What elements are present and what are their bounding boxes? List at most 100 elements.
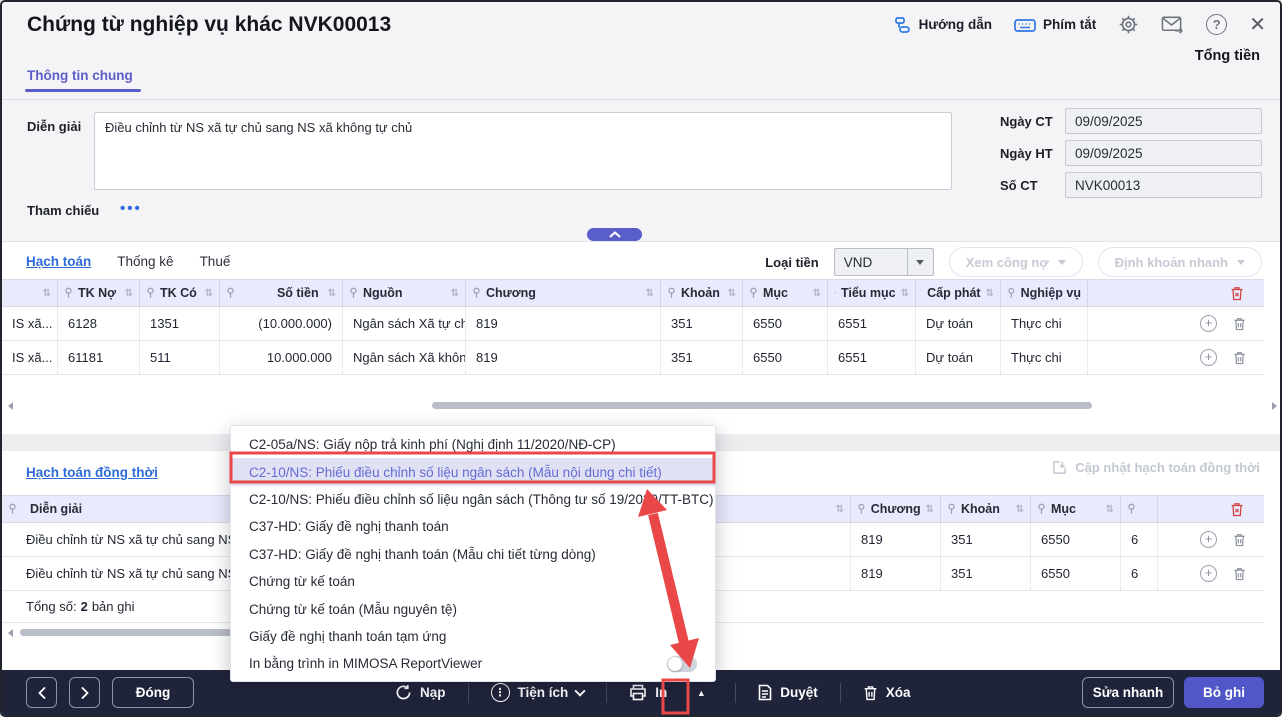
pin-icon[interactable] [472, 287, 481, 299]
pin-icon[interactable] [834, 287, 836, 299]
pin-icon[interactable] [349, 287, 358, 299]
doc-number-input[interactable] [1065, 172, 1262, 198]
add-row-icon[interactable]: + [1200, 349, 1217, 366]
col-khoan[interactable]: Khoản [961, 502, 1000, 516]
pin-icon[interactable] [1007, 287, 1016, 299]
delete-row-icon[interactable] [1233, 317, 1246, 331]
pin-icon[interactable] [947, 503, 956, 515]
send-mail-icon[interactable] [1161, 15, 1184, 34]
horizontal-scrollbar[interactable] [2, 401, 1282, 410]
menu-item[interactable]: In bằng trình in MIMOSA ReportViewer [231, 650, 715, 677]
sort-icon[interactable]: ⇅ [1106, 504, 1114, 515]
reload-button[interactable]: Nạp [395, 684, 446, 701]
col-cap-phat[interactable]: Cấp phát [927, 286, 980, 300]
delete-row-icon[interactable] [1233, 351, 1246, 365]
description-input[interactable]: Điều chỉnh từ NS xã tự chủ sang NS xã kh… [94, 112, 952, 190]
pin-icon[interactable] [64, 287, 73, 299]
sort-icon[interactable]: ⇅ [646, 288, 654, 299]
delete-all-icon[interactable] [1230, 286, 1244, 301]
window-header: Chứng từ nghiệp vụ khác NVK00013 Hướng d… [2, 2, 1280, 100]
tab-thong-ke[interactable]: Thống kê [117, 254, 173, 269]
pin-icon[interactable] [226, 287, 235, 299]
scroll-left-icon[interactable] [8, 402, 13, 410]
currency-select[interactable]: VND [834, 248, 934, 276]
sort-icon[interactable]: ⇅ [813, 288, 821, 299]
col-chuong[interactable]: Chương [871, 502, 921, 516]
sort-icon[interactable]: ⇅ [728, 288, 736, 299]
sort-icon[interactable]: ⇅ [901, 288, 909, 299]
menu-item[interactable]: Chứng từ kế toán [231, 568, 715, 595]
sort-icon[interactable]: ⇅ [1016, 504, 1024, 515]
help-icon[interactable]: ? [1206, 14, 1227, 35]
pin-icon[interactable] [146, 287, 155, 299]
quick-edit-button[interactable]: Sửa nhanh [1082, 677, 1174, 708]
approve-button[interactable]: Duyệt [758, 684, 818, 701]
pin-icon[interactable] [857, 503, 866, 515]
menu-item[interactable]: C37-HD: Giấy đề nghị thanh toán (Mẫu chi… [231, 541, 715, 568]
menu-item[interactable]: Giấy đề nghị thanh toán tạm ứng [231, 623, 715, 650]
table-row[interactable]: IS xã... 6128 1351 (10.000.000) Ngân sác… [2, 307, 1264, 341]
next-record-button[interactable] [69, 677, 100, 708]
pin-icon[interactable] [667, 287, 676, 299]
delete-row-icon[interactable] [1233, 567, 1246, 581]
sort-icon[interactable]: ⇅ [451, 288, 459, 299]
col-so-tien[interactable]: Số tiền [277, 286, 319, 300]
col-nghiep-vu[interactable]: Nghiệp vụ [1021, 286, 1081, 300]
pin-icon[interactable] [749, 287, 758, 299]
col-tk-co[interactable]: TK Có [160, 286, 197, 300]
collapse-form-button[interactable] [587, 228, 642, 241]
add-row-icon[interactable]: + [1200, 531, 1217, 548]
menu-item-highlighted[interactable]: C2-10/NS: Phiếu điều chỉnh số liệu ngân … [231, 458, 715, 485]
scrollbar-thumb[interactable] [432, 402, 1092, 409]
utilities-button[interactable]: ⋮ Tiện ích [491, 683, 585, 702]
sort-icon[interactable]: ⇅ [926, 504, 934, 515]
menu-item[interactable]: C2-10/NS: Phiếu điều chỉnh số liệu ngân … [231, 486, 715, 513]
delete-button[interactable]: Xóa [863, 685, 911, 701]
unpost-button[interactable]: Bỏ ghi [1184, 677, 1264, 708]
tab-hach-toan[interactable]: Hạch toán [26, 254, 91, 269]
menu-item[interactable]: C2-05a/NS: Giấy nộp trả kinh phí (Nghị đ… [231, 431, 715, 458]
menu-item[interactable]: C37-HD: Giấy đề nghị thanh toán [231, 513, 715, 540]
scroll-left-icon[interactable] [8, 629, 13, 637]
sort-icon[interactable]: ⇅ [328, 288, 336, 299]
pin-icon[interactable] [1127, 503, 1136, 515]
scroll-right-icon[interactable] [1272, 402, 1277, 410]
menu-item[interactable]: Chứng từ kế toán (Mẫu nguyên tệ) [231, 595, 715, 622]
xem-cong-no-button[interactable]: Xem công nợ [949, 247, 1083, 277]
posting-date-input[interactable] [1065, 140, 1262, 166]
add-row-icon[interactable]: + [1200, 315, 1217, 332]
col-tieu-muc[interactable]: Tiểu mục [841, 286, 896, 300]
sort-icon[interactable]: ⇅ [205, 288, 213, 299]
sort-icon[interactable]: ⇅ [125, 288, 133, 299]
delete-row-icon[interactable] [1233, 533, 1246, 547]
pin-icon[interactable] [8, 503, 17, 515]
hach-toan-dong-thoi-link[interactable]: Hạch toán đồng thời [26, 465, 158, 480]
sort-icon[interactable]: ⇅ [836, 504, 844, 515]
prev-record-button[interactable] [26, 677, 57, 708]
delete-all-icon[interactable] [1230, 502, 1244, 517]
col-tk-no[interactable]: TK Nợ [78, 286, 116, 300]
mimosa-toggle[interactable] [667, 656, 697, 672]
close-icon[interactable]: ✕ [1249, 15, 1266, 35]
reference-more-button[interactable]: ••• [120, 200, 142, 217]
col-khoan[interactable]: Khoản [681, 286, 720, 300]
dinh-khoan-nhanh-button[interactable]: Định khoản nhanh [1098, 247, 1262, 277]
col-muc[interactable]: Mục [1051, 502, 1076, 516]
doc-date-input[interactable] [1065, 108, 1262, 134]
sort-icon[interactable]: ⇅ [986, 288, 994, 299]
table-row[interactable]: IS xã... 61181 511 10.000.000 Ngân sách … [2, 341, 1264, 375]
settings-gear-icon[interactable] [1118, 14, 1139, 35]
col-dien-giai[interactable]: Diễn giải [30, 502, 82, 516]
close-doc-button[interactable]: Đóng [112, 677, 194, 708]
guide-button[interactable]: Hướng dẫn [894, 16, 992, 34]
col-muc[interactable]: Mục [763, 286, 788, 300]
add-row-icon[interactable]: + [1200, 565, 1217, 582]
tab-thue[interactable]: Thuế [200, 254, 231, 269]
pin-icon[interactable] [1037, 503, 1046, 515]
col-chuong[interactable]: Chương [486, 286, 536, 300]
print-button[interactable]: In [629, 684, 667, 701]
col-nguon[interactable]: Nguồn [363, 286, 403, 300]
shortcut-button[interactable]: Phím tắt [1014, 17, 1096, 33]
tab-thong-tin-chung[interactable]: Thông tin chung [27, 68, 133, 92]
sort-icon[interactable]: ⇅ [43, 288, 51, 299]
